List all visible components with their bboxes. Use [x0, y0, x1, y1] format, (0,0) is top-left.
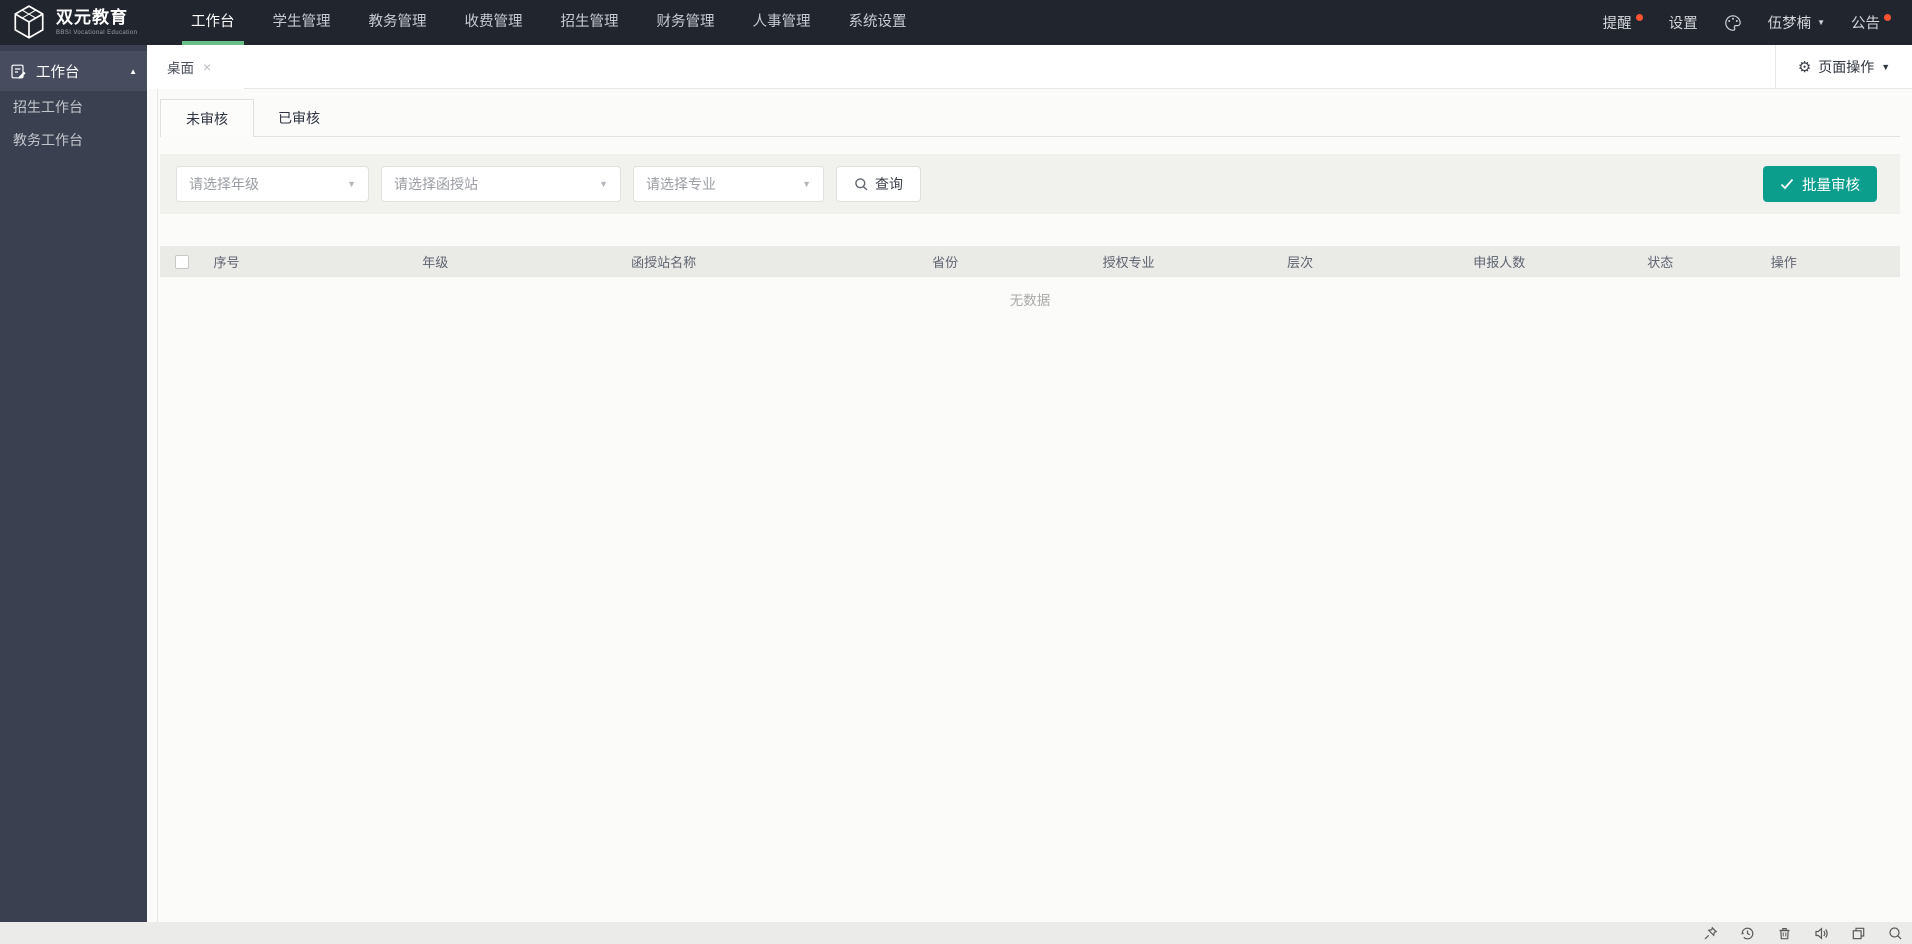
column-seq: 序号: [213, 255, 240, 270]
menu-item-hr[interactable]: 人事管理: [734, 0, 830, 45]
notice-button[interactable]: 提醒: [1590, 0, 1656, 45]
sidebar: 工作台 ▲ 招生工作台 教务工作台: [0, 45, 147, 922]
station-select[interactable]: 请选择函授站 ▼: [381, 166, 621, 202]
gear-icon: ⚙: [1797, 58, 1812, 76]
content-area: 未审核 已审核 请选择年级 ▼ 请选择函授站 ▼ 请选择专业 ▼ 查询 批量审核…: [147, 89, 1912, 922]
main-menu: 工作台 学生管理 教务管理 收费管理 招生管理 财务管理 人事管理 系统设置: [172, 0, 926, 45]
filter-toolbar: 请选择年级 ▼ 请选择函授站 ▼ 请选择专业 ▼ 查询 批量审核: [160, 154, 1900, 214]
close-icon[interactable]: ×: [203, 60, 211, 74]
chevron-down-icon: ▼: [1817, 18, 1825, 27]
column-grade: 年级: [422, 255, 449, 270]
pin-icon[interactable]: [1703, 926, 1718, 941]
search-icon: [855, 177, 868, 190]
main-area: 桌面 × ⚙ 页面操作 ▼ 未审核 已审核 请选择年级 ▼ 请选择函授站 ▼ 请…: [147, 45, 1912, 922]
bottom-taskbar: [0, 922, 1912, 944]
logo-icon: [14, 4, 44, 39]
sidebar-item-academic-workbench[interactable]: 教务工作台: [0, 124, 147, 157]
column-station-name: 函授站名称: [631, 255, 697, 270]
chevron-down-icon: ▼: [802, 179, 811, 189]
settings-label: 设置: [1668, 16, 1698, 32]
tab-bar: 桌面 × ⚙ 页面操作 ▼: [147, 45, 1912, 89]
column-operation: 操作: [1770, 255, 1797, 270]
palette-icon: [1724, 14, 1741, 31]
tab-audited[interactable]: 已审核: [254, 99, 344, 136]
notification-dot: [1635, 14, 1643, 21]
column-authorized-major: 授权专业: [1102, 255, 1155, 270]
search-button-label: 查询: [875, 176, 903, 192]
app-logo: 双元教育 BBSI Vocational Education: [0, 0, 172, 45]
column-applicant-count: 申报人数: [1473, 255, 1526, 270]
major-select-placeholder: 请选择专业: [646, 176, 716, 192]
chevron-up-icon: ▲: [129, 66, 137, 76]
brand-title: 双元教育: [56, 7, 128, 27]
zoom-icon[interactable]: [1888, 926, 1903, 941]
table-header-cell: [160, 254, 204, 269]
menu-item-academic[interactable]: 教务管理: [350, 0, 446, 45]
announcement-button[interactable]: 公告: [1838, 0, 1904, 45]
menu-item-settings[interactable]: 系统设置: [830, 0, 926, 45]
history-icon[interactable]: [1740, 926, 1755, 941]
column-level: 层次: [1287, 255, 1314, 270]
menu-item-students[interactable]: 学生管理: [254, 0, 350, 45]
settings-button[interactable]: 设置: [1656, 0, 1711, 45]
check-icon: [1780, 178, 1794, 190]
search-button[interactable]: 查询: [836, 166, 921, 202]
grade-select[interactable]: 请选择年级 ▼: [176, 166, 369, 202]
menu-item-workbench[interactable]: 工作台: [172, 0, 254, 45]
grade-select-placeholder: 请选择年级: [189, 176, 259, 192]
theme-button[interactable]: [1711, 0, 1755, 45]
tab-desktop-label: 桌面: [167, 61, 194, 76]
chevron-down-icon: ▼: [347, 179, 356, 189]
username-label: 伍梦楠: [1767, 16, 1812, 32]
volume-icon[interactable]: [1814, 926, 1829, 941]
table-header: 序号 年级 函授站名称 省份 授权专业 层次 申报人数 状态 操作: [160, 246, 1900, 277]
tab-unaudited[interactable]: 未审核: [160, 99, 254, 137]
select-all-checkbox[interactable]: [174, 254, 189, 269]
tab-desktop[interactable]: 桌面 ×: [147, 45, 244, 89]
workbench-icon: [11, 64, 26, 79]
notice-label: 提醒: [1602, 16, 1632, 32]
content-card: 未审核 已审核 请选择年级 ▼ 请选择函授站 ▼ 请选择专业 ▼ 查询 批量审核…: [157, 89, 1912, 922]
announcement-label: 公告: [1851, 16, 1880, 32]
station-select-placeholder: 请选择函授站: [394, 176, 478, 192]
column-province: 省份: [932, 255, 959, 270]
page-actions-dropdown[interactable]: ⚙ 页面操作 ▼: [1775, 45, 1912, 89]
menu-item-enrollment[interactable]: 招生管理: [542, 0, 638, 45]
column-status: 状态: [1647, 255, 1674, 270]
user-menu[interactable]: 伍梦楠 ▼: [1755, 0, 1838, 45]
navbar-right: 提醒 设置 伍梦楠 ▼ 公告: [1590, 0, 1912, 45]
announcement-dot: [1884, 14, 1891, 21]
batch-audit-button[interactable]: 批量审核: [1763, 166, 1877, 202]
window-restore-icon[interactable]: [1851, 926, 1866, 941]
sidebar-group-workbench[interactable]: 工作台 ▲: [0, 51, 147, 91]
menu-item-finance[interactable]: 财务管理: [638, 0, 734, 45]
brand-subtitle: BBSI Vocational Education: [56, 29, 138, 36]
major-select[interactable]: 请选择专业 ▼: [633, 166, 824, 202]
audit-tabs: 未审核 已审核: [160, 99, 1900, 137]
page-actions-label: 页面操作: [1818, 59, 1875, 75]
menu-item-fees[interactable]: 收费管理: [446, 0, 542, 45]
trash-icon[interactable]: [1777, 926, 1792, 941]
top-navbar: 双元教育 BBSI Vocational Education 工作台 学生管理 …: [0, 0, 1912, 45]
batch-audit-label: 批量审核: [1802, 177, 1860, 194]
sidebar-item-enrollment-workbench[interactable]: 招生工作台: [0, 91, 147, 124]
chevron-down-icon: ▼: [599, 179, 608, 189]
table-empty-state: 无数据: [1009, 293, 1051, 308]
chevron-down-icon: ▼: [1881, 62, 1891, 72]
sidebar-group-label: 工作台: [36, 64, 80, 81]
